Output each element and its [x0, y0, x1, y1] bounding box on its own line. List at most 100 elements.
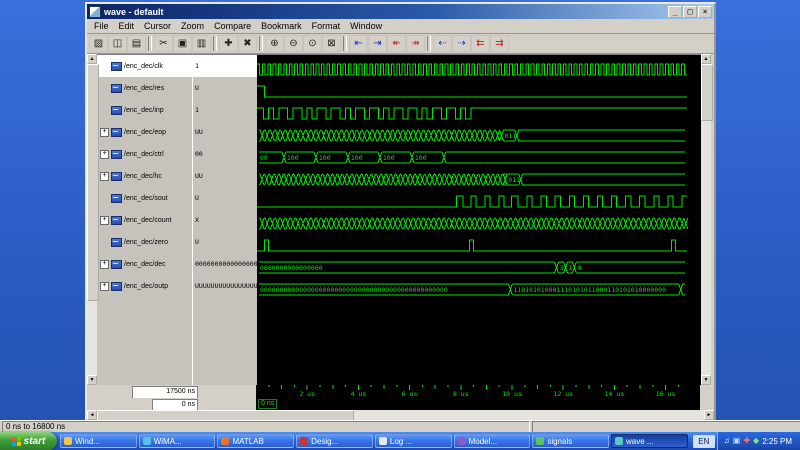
signal-value: UUUUUUUUUUUUUUUU	[193, 275, 257, 297]
signal-row[interactable]: /enc_dec/res	[97, 77, 192, 99]
signal-row[interactable]: +/enc_dec/outp	[97, 275, 192, 297]
find-next-edge-icon[interactable]: ↠	[406, 35, 425, 52]
signal-row[interactable]: +/enc_dec/count	[97, 209, 192, 231]
zoom-range-icon[interactable]: ⊠	[322, 35, 341, 52]
taskbar-buttons: Wind...WiMA...MATLABDesig... Log ... Model…	[57, 432, 691, 450]
taskbar-button[interactable]: Model...	[454, 434, 531, 448]
start-button[interactable]: start	[0, 432, 57, 450]
menu-bookmark[interactable]: Bookmark	[256, 21, 307, 31]
signal-name: /enc_dec/eop	[124, 129, 166, 136]
taskbar-app-icon	[615, 437, 623, 445]
taskbar-app-icon	[536, 437, 544, 445]
menu-compare[interactable]: Compare	[209, 21, 256, 31]
expand-icon[interactable]: +	[100, 150, 109, 159]
svg-text:2 us: 2 us	[299, 390, 315, 398]
menu-edit[interactable]: Edit	[114, 21, 140, 31]
expand-icon[interactable]: +	[100, 128, 109, 137]
taskbar-app-icon	[458, 437, 466, 445]
taskbar-app-icon	[379, 437, 387, 445]
minimize-button[interactable]: _	[668, 6, 682, 18]
cursor-position-label: 0 ns	[258, 399, 277, 409]
signal-name: /enc_dec/hc	[124, 173, 162, 180]
scroll-up-icon[interactable]: ▲	[87, 54, 97, 64]
expand-icon[interactable]: +	[100, 172, 109, 181]
signal-row[interactable]: + /enc_dec/eop	[97, 121, 192, 143]
antivirus-icon[interactable]: ✚	[743, 437, 750, 445]
expand-icon[interactable]: +	[100, 216, 109, 225]
signal-row[interactable]: /enc_dec/clk	[97, 55, 192, 77]
save-icon[interactable]: ◫	[108, 35, 127, 52]
messenger-icon[interactable]: ◆	[753, 437, 759, 445]
language-indicator[interactable]: EN	[693, 435, 715, 448]
add-cursor-icon[interactable]: ✚	[219, 35, 238, 52]
zoom-in-icon[interactable]: ⊕	[265, 35, 284, 52]
names-scrollbar[interactable]: ▲ ▼	[87, 54, 97, 385]
signal-row[interactable]: /enc_dec/zero	[97, 231, 192, 253]
wave-scrollbar-thumb[interactable]	[701, 64, 713, 121]
signal-row[interactable]: /enc_dec/sout	[97, 187, 192, 209]
paste-icon[interactable]: ▥	[192, 35, 211, 52]
svg-text:011: 011	[508, 176, 520, 184]
signal-row[interactable]: + /enc_dec/hc	[97, 165, 192, 187]
toolbar-separator	[213, 36, 217, 51]
horizontal-scrollbar[interactable]: ◄ ►	[87, 410, 714, 420]
scroll-down-icon[interactable]: ▼	[87, 375, 97, 385]
scroll-right-icon[interactable]: ►	[704, 410, 714, 420]
menu-format[interactable]: Format	[307, 21, 346, 31]
taskbar-button-label: Log ...	[390, 437, 412, 446]
signal-row[interactable]: /enc_dec/inp	[97, 99, 192, 121]
taskbar-button-label: Model...	[469, 437, 497, 446]
menu-zoom[interactable]: Zoom	[176, 21, 209, 31]
signal-icon	[111, 238, 122, 247]
menu-window[interactable]: Window	[345, 21, 387, 31]
taskbar-button[interactable]: MATLAB	[217, 434, 294, 448]
maximize-button[interactable]: □	[683, 6, 697, 18]
find-prev-transition-icon[interactable]: ⇤	[349, 35, 368, 52]
find-next-falling-edge-icon[interactable]: ⇢	[452, 35, 471, 52]
network-icon[interactable]: ▣	[733, 437, 741, 445]
menu-file[interactable]: File	[89, 21, 114, 31]
waveform-pane[interactable]: 0110010010010010010001100000000000000003…	[257, 54, 701, 385]
taskbar-button[interactable]: Wind...	[60, 434, 137, 448]
taskbar-app-icon	[300, 437, 308, 445]
signal-row[interactable]: +/enc_dec/dec	[97, 253, 192, 275]
window-title: wave - default	[104, 7, 665, 17]
print-icon[interactable]: ▤	[127, 35, 146, 52]
title-bar[interactable]: wave - default _□×	[87, 4, 714, 19]
find-prev-falling-edge-icon[interactable]: ⇠	[433, 35, 452, 52]
scroll-left-icon[interactable]: ◄	[87, 410, 97, 420]
names-scrollbar-thumb[interactable]	[87, 64, 99, 301]
goto-last-icon[interactable]: ⇉	[490, 35, 509, 52]
signal-value: 1	[193, 99, 257, 121]
goto-first-icon[interactable]: ⇇	[471, 35, 490, 52]
scroll-down-icon[interactable]: ▼	[701, 375, 711, 385]
signal-icon	[111, 282, 122, 291]
volume-icon[interactable]: ♫	[724, 437, 730, 445]
taskbar-button[interactable]: Desig...	[296, 434, 373, 448]
copy-icon[interactable]: ▣	[173, 35, 192, 52]
scroll-up-icon[interactable]: ▲	[701, 54, 711, 64]
find-prev-edge-icon[interactable]: ↞	[387, 35, 406, 52]
svg-text:6 us: 6 us	[402, 390, 418, 398]
open-icon[interactable]: ▨	[89, 35, 108, 52]
taskbar-button[interactable]: wave ...	[611, 434, 688, 448]
svg-text:100: 100	[319, 154, 331, 162]
expand-icon[interactable]: +	[100, 282, 109, 291]
app-icon	[89, 6, 101, 18]
close-button[interactable]: ×	[698, 6, 712, 18]
expand-icon[interactable]: +	[100, 260, 109, 269]
delete-cursor-icon[interactable]: ✖	[238, 35, 257, 52]
cut-icon[interactable]: ✂	[154, 35, 173, 52]
signal-value: 00	[193, 143, 257, 165]
taskbar-button[interactable]: WiMA...	[139, 434, 216, 448]
wave-scrollbar[interactable]: ▲ ▼	[701, 54, 711, 385]
cursor-strip[interactable]: 0 ns	[256, 398, 700, 410]
menu-cursor[interactable]: Cursor	[139, 21, 176, 31]
zoom-out-icon[interactable]: ⊖	[284, 35, 303, 52]
taskbar-button[interactable]: Log ...	[375, 434, 452, 448]
find-next-transition-icon[interactable]: ⇥	[368, 35, 387, 52]
zoom-full-icon[interactable]: ⊙	[303, 35, 322, 52]
signal-row[interactable]: +/enc_dec/ctrl	[97, 143, 192, 165]
taskbar-button[interactable]: signals	[532, 434, 609, 448]
signal-value: U	[193, 187, 257, 209]
